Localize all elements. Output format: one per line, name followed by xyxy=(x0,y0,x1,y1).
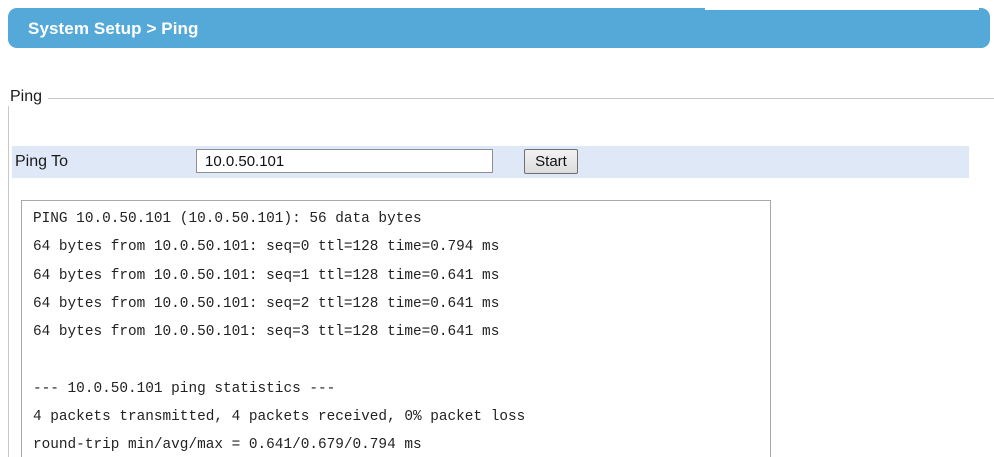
header-notch xyxy=(705,5,979,10)
output-line: --- 10.0.50.101 ping statistics --- xyxy=(33,380,336,397)
output-line: 64 bytes from 10.0.50.101: seq=0 ttl=128… xyxy=(33,239,500,256)
ping-to-row: Ping To Start xyxy=(12,146,969,178)
output-line: 64 bytes from 10.0.50.101: seq=3 ttl=128… xyxy=(33,324,500,341)
output-line: round-trip min/avg/max = 0.641/0.679/0.7… xyxy=(33,437,422,454)
output-line: 64 bytes from 10.0.50.101: seq=1 ttl=128… xyxy=(33,267,500,284)
output-line: 64 bytes from 10.0.50.101: seq=2 ttl=128… xyxy=(33,295,500,312)
output-line: PING 10.0.50.101 (10.0.50.101): 56 data … xyxy=(33,211,422,227)
page-title: System Setup > Ping xyxy=(28,19,199,38)
ping-output-box[interactable]: PING 10.0.50.101 (10.0.50.101): 56 data … xyxy=(21,200,771,457)
output-line: 4 packets transmitted, 4 packets receive… xyxy=(33,409,526,426)
ping-page: System Setup > Ping Ping Ping To Start P… xyxy=(0,0,994,457)
page-header-bar: System Setup > Ping xyxy=(8,5,990,48)
ping-to-label: Ping To xyxy=(15,153,69,170)
ping-to-input[interactable] xyxy=(196,149,493,173)
start-button[interactable]: Start xyxy=(524,149,578,174)
ping-fieldset-legend: Ping xyxy=(8,88,49,106)
